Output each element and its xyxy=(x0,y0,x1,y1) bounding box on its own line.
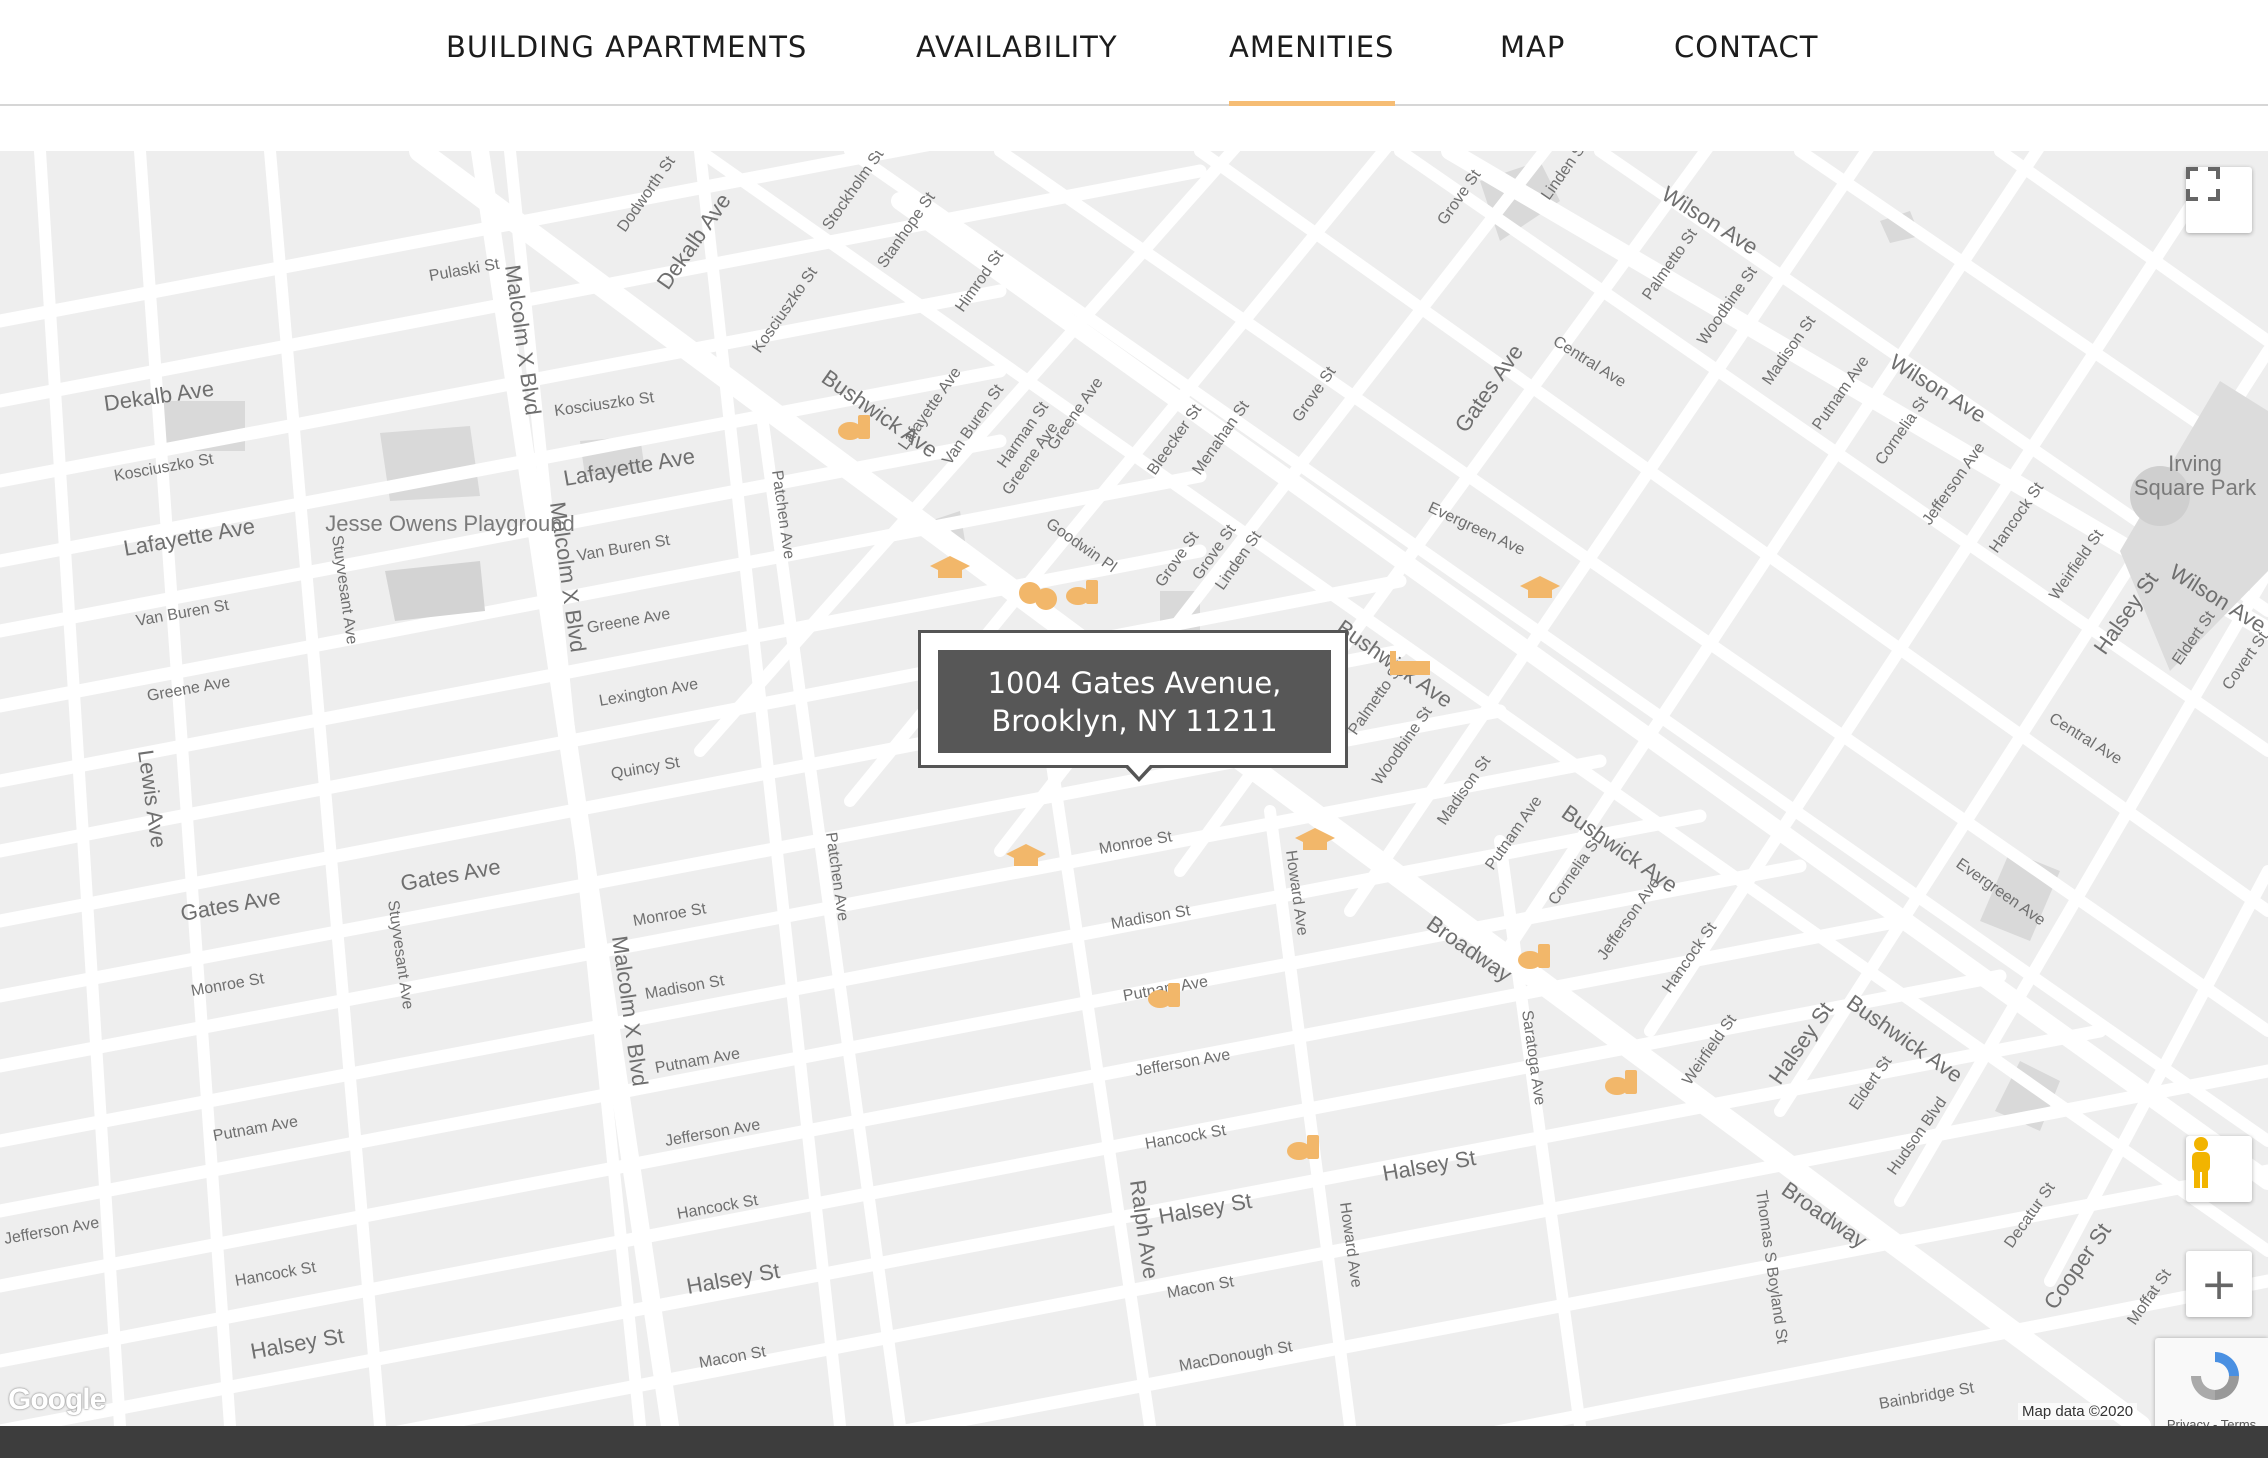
poi-label-irving: Irving xyxy=(2168,451,2222,476)
google-logo: Google xyxy=(8,1383,106,1416)
fullscreen-button[interactable] xyxy=(2186,167,2252,233)
recaptcha-badge[interactable]: Privacy - Terms xyxy=(2155,1338,2268,1436)
pegman-icon xyxy=(2192,1137,2210,1188)
address-line-1: 1004 Gates Avenue, xyxy=(987,665,1282,700)
nav-amenities[interactable]: AMENITIES xyxy=(1229,30,1394,64)
top-navigation: BUILDING APARTMENTS AVAILABILITY AMENITI… xyxy=(0,0,2268,106)
jesse-owens-playground xyxy=(385,561,485,621)
footer-bar xyxy=(0,1426,2268,1458)
poi-label: Jesse Owens Playground xyxy=(325,511,574,536)
map-attribution: Map data ©2020 xyxy=(2018,1403,2138,1420)
infobox-pointer-inner xyxy=(1128,765,1150,777)
active-tab-indicator xyxy=(1229,101,1395,106)
address-infobox: 1004 Gates Avenue, Brooklyn, NY 11211 xyxy=(918,630,1348,768)
nav-availability[interactable]: AVAILABILITY xyxy=(916,30,1118,64)
address-line-2: Brooklyn, NY 11211 xyxy=(991,703,1278,738)
street-view-button[interactable] xyxy=(2186,1136,2252,1202)
nav-building-apartments[interactable]: BUILDING APARTMENTS xyxy=(446,30,807,64)
fullscreen-icon xyxy=(2186,167,2220,201)
recaptcha-icon xyxy=(2191,1352,2239,1400)
nav-contact[interactable]: CONTACT xyxy=(1674,30,1819,64)
nav-map[interactable]: MAP xyxy=(1500,30,1565,64)
poi-label-irving-2: Square Park xyxy=(2134,475,2257,500)
zoom-in-button[interactable]: + xyxy=(2186,1251,2252,1317)
map-canvas[interactable]: Pulaski St Malcolm X Blvd Dekalb Ave Kos… xyxy=(0,151,2268,1426)
